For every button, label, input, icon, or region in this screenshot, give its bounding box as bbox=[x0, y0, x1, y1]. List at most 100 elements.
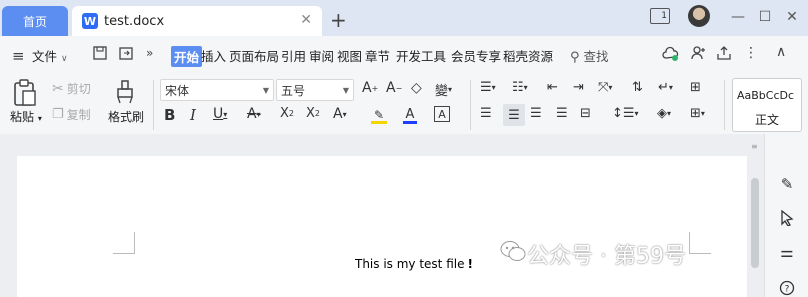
align-left-button[interactable]: ☰ bbox=[480, 106, 492, 121]
document-paragraph[interactable]: This is my test file! bbox=[355, 257, 473, 271]
more-options-icon[interactable]: ⋮ bbox=[744, 45, 758, 61]
watermark-text: 公众号 · 第59号 bbox=[527, 244, 686, 269]
tab-document[interactable]: W test.docx ✕ bbox=[72, 6, 322, 36]
italic-button[interactable]: I bbox=[190, 106, 196, 124]
close-tab-icon[interactable]: ✕ bbox=[300, 12, 312, 28]
cloud-sync-icon[interactable] bbox=[662, 45, 680, 63]
pinyin-guide-icon[interactable]: 變 ▾ bbox=[435, 80, 452, 99]
shading-button[interactable]: ◈ ▾ bbox=[657, 106, 671, 121]
paste-icon[interactable] bbox=[10, 78, 40, 108]
tab-resources[interactable]: 稻壳资源 bbox=[503, 46, 553, 65]
avatar[interactable] bbox=[688, 5, 710, 27]
page-view-icon[interactable]: 1 bbox=[650, 8, 670, 24]
decrease-indent-icon[interactable]: ⇤ bbox=[547, 80, 558, 95]
title-bar: 首页 W test.docx ✕ + 1 — ☐ ✕ bbox=[0, 0, 808, 36]
copy-icon: ❐ bbox=[52, 107, 64, 122]
minimize-button[interactable]: — bbox=[728, 6, 748, 28]
font-color-button[interactable]: A bbox=[400, 105, 420, 127]
sort-icon[interactable]: ⇅ bbox=[632, 80, 643, 95]
collapse-ribbon-icon[interactable]: ∧ bbox=[776, 44, 786, 60]
side-panel: ✎ ⚌ ? bbox=[764, 134, 808, 297]
highlighter-icon: ✎ bbox=[373, 107, 385, 122]
clear-format-icon[interactable]: ◇ bbox=[411, 80, 422, 96]
character-border-button[interactable]: A bbox=[434, 106, 450, 122]
help-icon[interactable]: ? bbox=[777, 278, 797, 297]
shrink-font-icon[interactable]: A − bbox=[386, 80, 402, 96]
bold-button[interactable]: B bbox=[164, 106, 175, 124]
font-name-select[interactable]: 宋体 ▼ bbox=[160, 79, 274, 101]
numbering-icon[interactable]: ☷ ▾ bbox=[512, 80, 528, 95]
svg-text:?: ? bbox=[785, 285, 790, 295]
save-icon[interactable] bbox=[92, 44, 108, 62]
new-tab-button[interactable]: + bbox=[330, 8, 347, 32]
divider bbox=[153, 80, 154, 130]
hamburger-menu-icon[interactable]: ≡ bbox=[12, 47, 25, 65]
pen-icon[interactable]: ✎ bbox=[777, 174, 797, 194]
tab-view[interactable]: 视图 bbox=[337, 46, 362, 65]
select-cursor-icon[interactable] bbox=[777, 208, 797, 228]
line-spacing-button[interactable]: ↕☰ ▾ bbox=[612, 106, 639, 121]
paste-button[interactable]: 粘贴 ▾ bbox=[10, 108, 42, 125]
tab-references[interactable]: 引用 bbox=[281, 46, 306, 65]
style-name: 正文 bbox=[755, 113, 780, 127]
align-right-button[interactable]: ☰ bbox=[530, 106, 542, 121]
tab-start[interactable]: 开始 bbox=[171, 46, 203, 67]
underline-button[interactable]: U ▾ bbox=[213, 106, 227, 122]
scissors-icon: ✂ bbox=[52, 80, 64, 97]
tab-section[interactable]: 章节 bbox=[365, 46, 390, 65]
font-color-swatch bbox=[403, 121, 417, 124]
bullets-icon[interactable]: ☰ ▾ bbox=[480, 80, 496, 95]
style-normal[interactable]: AaBbCcDc 正文 bbox=[732, 78, 802, 132]
tab-insert[interactable]: 插入 bbox=[201, 46, 226, 65]
ribbon: 粘贴 ▾ ✂ 剪切 ❐ 复制 格式刷 宋体 ▼ 五号 ▼ A + A − ◇ 變 ▾ B … bbox=[0, 74, 808, 134]
divider bbox=[724, 80, 725, 130]
vertical-scrollbar[interactable]: ≡ bbox=[748, 134, 762, 297]
style-sample: AaBbCcDc bbox=[737, 89, 795, 102]
tab-page-layout[interactable]: 页面布局 bbox=[229, 46, 279, 65]
text-effect-button[interactable]: A ▾ bbox=[333, 106, 347, 122]
tab-review[interactable]: 审阅 bbox=[309, 46, 334, 65]
export-icon[interactable] bbox=[118, 44, 134, 62]
adjust-icon[interactable]: ⚌ bbox=[777, 242, 797, 262]
highlight-button[interactable]: ✎ bbox=[367, 105, 391, 127]
tab-home-label: 首页 bbox=[22, 14, 47, 29]
align-center-button[interactable]: ☰ bbox=[503, 104, 525, 126]
subscript-button[interactable]: X2 bbox=[306, 106, 320, 121]
collaborate-icon[interactable] bbox=[690, 45, 706, 61]
grow-font-icon[interactable]: A + bbox=[362, 80, 378, 96]
word-doc-icon: W bbox=[82, 13, 98, 29]
format-painter-button[interactable]: 格式刷 bbox=[108, 108, 144, 125]
scroll-thumb[interactable] bbox=[751, 178, 759, 268]
margin-marker-left bbox=[113, 232, 135, 254]
strikethrough-button[interactable]: A ▾ bbox=[247, 106, 261, 122]
tab-member[interactable]: 会员专享 bbox=[451, 46, 501, 65]
document-page[interactable]: This is my test file! bbox=[17, 156, 747, 297]
margin-marker-right bbox=[689, 232, 711, 254]
borders-button[interactable]: ⊞ ▾ bbox=[690, 106, 705, 121]
justify-button[interactable]: ☰ bbox=[556, 106, 568, 121]
ruler-icon[interactable]: ⊞ bbox=[690, 80, 701, 95]
close-window-button[interactable]: ✕ bbox=[782, 6, 802, 28]
increase-indent-icon[interactable]: ⇥ bbox=[573, 80, 584, 95]
scroll-top-icon[interactable]: ≡ bbox=[751, 142, 758, 151]
highlight-color-swatch bbox=[371, 120, 387, 124]
menu-file[interactable]: 文件 ∨ bbox=[32, 46, 68, 65]
maximize-button[interactable]: ☐ bbox=[755, 6, 775, 28]
chevron-down-icon: ▼ bbox=[262, 86, 269, 95]
format-painter-icon[interactable] bbox=[114, 78, 136, 106]
show-marks-icon[interactable]: ↵ ▾ bbox=[658, 80, 673, 95]
share-icon[interactable] bbox=[716, 45, 732, 61]
superscript-button[interactable]: X2 bbox=[280, 106, 294, 121]
chinese-layout-icon[interactable]: ⤧ ▾ bbox=[598, 80, 612, 95]
more-chevron-icon[interactable]: » bbox=[146, 46, 153, 60]
menu-bar: ≡ 文件 ∨ » 开始 插入 页面布局 引用 审阅 视图 章节 开发工具 会员专… bbox=[0, 36, 808, 74]
search-icon: ⚲ bbox=[570, 50, 580, 65]
tab-home[interactable]: 首页 bbox=[2, 6, 68, 36]
cut-button[interactable]: ✂ 剪切 bbox=[52, 80, 91, 97]
copy-button[interactable]: ❐ 复制 bbox=[52, 106, 91, 123]
wechat-logo-icon bbox=[500, 240, 526, 262]
tab-developer[interactable]: 开发工具 bbox=[396, 46, 446, 65]
search-button[interactable]: ⚲ 查找 bbox=[570, 46, 609, 65]
font-size-select[interactable]: 五号 ▼ bbox=[276, 79, 354, 101]
distribute-button[interactable]: ⊟ bbox=[580, 106, 591, 121]
